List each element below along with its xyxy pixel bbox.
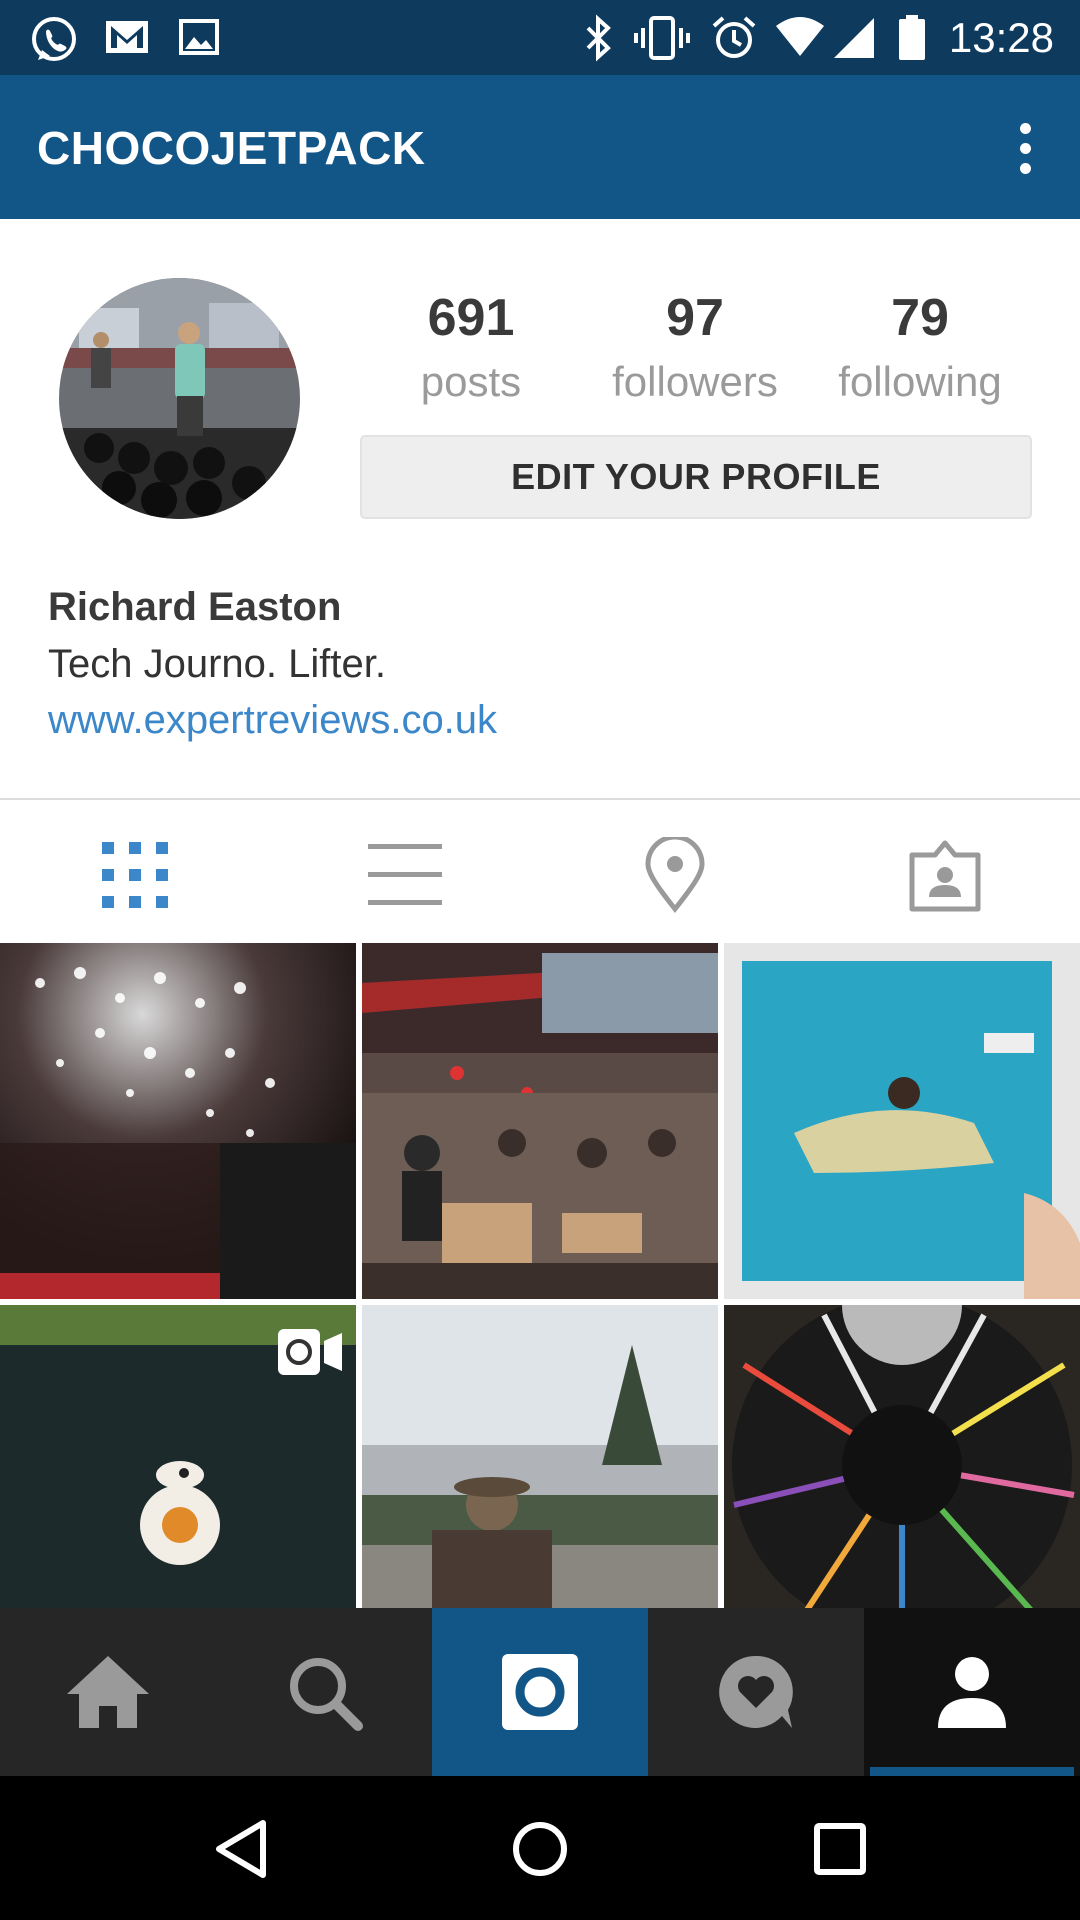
system-recents-button[interactable] [805,1814,875,1884]
overflow-menu-dot [1020,143,1031,154]
photo-thumbnail [362,943,718,1299]
overflow-menu-icon [1020,123,1031,134]
stat-label: following [838,358,1002,405]
photo-tile[interactable] [0,943,356,1299]
profile-bio: Tech Journo. Lifter. [48,642,386,686]
tagged-photos-icon [909,840,981,912]
profile-name: Richard Easton [48,585,342,629]
grid-view-icon [102,842,168,908]
tab-list-view[interactable] [295,820,515,930]
nav-activity[interactable] [648,1608,864,1776]
status-time: 13:28 [948,14,1054,61]
stat-label: posts [420,358,522,405]
search-icon [290,1658,363,1731]
image-icon [179,19,219,55]
stat-value: 97 [666,289,724,347]
photo-thumbnail [0,943,356,1299]
app-bar: CHOCOJETPACK [0,75,1080,219]
tab-grid-view[interactable] [25,820,245,930]
page-title: CHOCOJETPACK [37,122,426,174]
video-icon [278,1329,342,1375]
signal-icon [834,18,874,58]
nav-camera[interactable] [432,1608,648,1776]
tab-tagged-view[interactable] [835,820,1055,930]
battery-icon [899,15,925,60]
system-back-button[interactable] [206,1814,276,1884]
stat-posts[interactable]: 691 posts [371,282,571,410]
stat-label: followers [612,358,778,405]
tab-location-view[interactable] [565,820,785,930]
photo-tile[interactable] [362,943,718,1299]
nav-search[interactable] [216,1608,432,1776]
profile-website-link[interactable]: www.expertreviews.co.uk [48,698,497,743]
nav-home[interactable] [0,1608,216,1776]
activity-heart-icon [719,1655,793,1728]
home-circle-icon [513,1822,567,1876]
list-view-icon [368,844,442,905]
stat-following[interactable]: 79 following [820,282,1020,410]
avatar[interactable] [59,278,300,519]
photo-tile[interactable] [724,943,1080,1299]
alarm-icon [712,16,756,58]
bottom-navigation [0,1608,1080,1776]
overflow-menu-button[interactable] [994,115,1054,181]
wifi-icon [776,17,824,56]
gmail-icon [106,21,148,53]
edit-profile-button[interactable]: EDIT YOUR PROFILE [360,435,1032,519]
system-home-button[interactable] [505,1814,575,1884]
bluetooth-icon [586,14,611,62]
camera-icon [502,1654,578,1730]
stat-followers[interactable]: 97 followers [595,282,795,410]
recents-icon [814,1823,866,1875]
active-tab-indicator [870,1767,1074,1776]
whatsapp-icon [32,17,76,61]
divider [0,798,1080,800]
vibrate-icon [634,16,690,60]
nav-profile[interactable] [864,1608,1080,1776]
home-icon [67,1656,149,1728]
status-bar: 13:28 [0,0,1080,75]
photo-thumbnail [724,943,1080,1299]
avatar-photo [59,278,300,519]
profile-icon [938,1657,1006,1728]
location-pin-icon [645,837,705,913]
back-icon [216,1820,266,1878]
stat-value: 691 [427,289,515,347]
system-navigation-bar [0,1776,1080,1920]
overflow-menu-dot [1020,163,1031,174]
stat-value: 79 [891,289,949,347]
